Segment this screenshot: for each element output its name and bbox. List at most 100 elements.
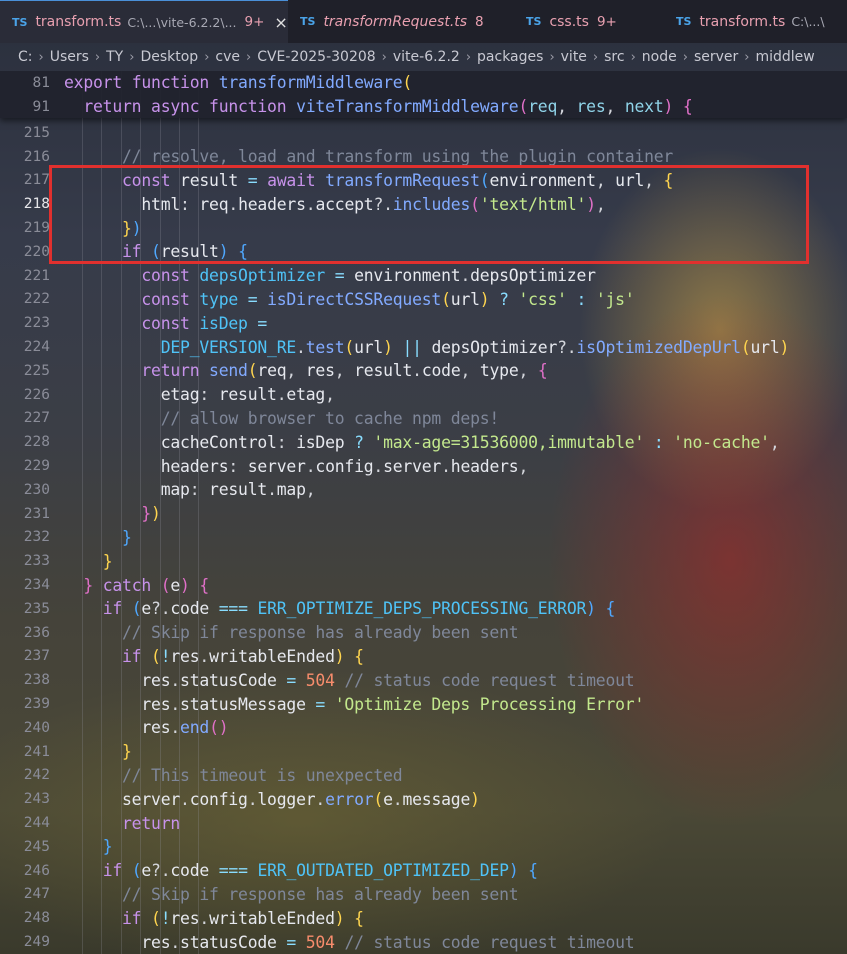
chevron-right-icon: › (744, 49, 750, 65)
code-line[interactable]: 222 const type = isDirectCSSRequest(url)… (0, 288, 847, 312)
sticky-line[interactable]: 91 return async function viteTransformMi… (0, 95, 847, 119)
code-text: return async function viteTransformMiddl… (83, 97, 693, 117)
tab-css-ts[interactable]: TS css.ts 9+ (514, 0, 664, 43)
chevron-right-icon: › (381, 49, 387, 65)
breadcrumb-item[interactable]: Users (50, 49, 89, 65)
breadcrumb-item[interactable]: CVE-2025-30208 (257, 49, 375, 65)
code-text: res.statusCode = 504 // status code requ… (141, 670, 635, 690)
breadcrumb-item[interactable]: middlew (755, 49, 814, 65)
code-text: res.statusMessage = 'Optimize Deps Proce… (141, 694, 645, 714)
breadcrumb-item[interactable]: node (642, 49, 677, 65)
breadcrumb-item[interactable]: vite-6.2.2 (393, 49, 460, 65)
code-line[interactable]: 223 const isDep = (0, 311, 847, 335)
chevron-right-icon: › (465, 49, 472, 65)
tab-transformrequest-ts[interactable]: TS transformRequest.ts 8 (288, 0, 514, 43)
breadcrumb-item[interactable]: cve (215, 49, 240, 65)
line-number: 230 (23, 481, 50, 498)
code-line[interactable]: 240 res.end() (0, 716, 847, 740)
code-line[interactable]: 249 res.statusCode = 504 // status code … (0, 930, 847, 954)
code-line[interactable]: 228 cacheControl: isDep ? 'max-age=31536… (0, 430, 847, 454)
code-text: } (102, 837, 113, 857)
line-number: 216 (23, 148, 50, 165)
line-number: 237 (23, 648, 50, 665)
code-text: // Skip if response has already been sen… (122, 623, 519, 643)
line-number: 224 (23, 339, 50, 356)
code-line[interactable]: 232 } (0, 526, 847, 550)
code-line[interactable]: 230 map: result.map, (0, 478, 847, 502)
code-text: headers: server.config.server.headers, (160, 456, 529, 476)
code-line[interactable]: 241 } (0, 740, 847, 764)
code-editor[interactable]: 215 216 // resolve, load and transform us… (0, 71, 847, 954)
breadcrumb-item[interactable]: packages (477, 49, 543, 65)
code-line[interactable]: 227 // allow browser to cache npm deps! (0, 407, 847, 431)
code-text: } (122, 527, 132, 547)
problem-count-badge: 8 (475, 13, 484, 30)
breadcrumb-item[interactable]: C: (18, 49, 33, 65)
code-text: const type = isDirectCSSRequest(url) ? '… (141, 289, 635, 309)
tab-transform-ts[interactable]: TS transform.ts C:\...\ (664, 0, 847, 43)
breadcrumb-item[interactable]: vite (561, 49, 587, 65)
editor-window: TS transform.ts C:\...\vite-6.2.2\... 9+ × TS… (0, 0, 847, 954)
sticky-line[interactable]: 81 export function transformMiddleware( (0, 71, 847, 95)
breadcrumb-item[interactable]: server (694, 49, 738, 65)
line-number: 233 (23, 553, 50, 570)
code-line[interactable]: 221 const depsOptimizer = environment.de… (0, 264, 847, 288)
code-line[interactable]: 239 res.statusMessage = 'Optimize Deps P… (0, 692, 847, 716)
line-number: 221 (23, 267, 50, 284)
code-line[interactable]: 234 } catch (e) { (0, 573, 847, 597)
line-number: 227 (23, 410, 50, 427)
chevron-right-icon: › (630, 49, 636, 65)
line-number: 220 (23, 243, 50, 260)
breadcrumb-item[interactable]: TY (106, 49, 123, 65)
code-line[interactable]: 238 res.statusCode = 504 // status code … (0, 668, 847, 692)
code-text: map: result.map, (160, 480, 316, 500)
code-line[interactable]: 236 // Skip if response has already been… (0, 621, 847, 645)
typescript-icon: TS (12, 15, 28, 29)
code-text: }) (141, 504, 161, 524)
code-line[interactable]: 245 } (0, 835, 847, 859)
line-number: 218 (23, 196, 50, 213)
code-text: cacheControl: isDep ? 'max-age=31536000,… (160, 432, 780, 452)
code-line[interactable]: 226 etag: result.etag, (0, 383, 847, 407)
code-text: } catch (e) { (83, 575, 210, 595)
code-line[interactable]: 243 server.config.logger.error(e.message… (0, 787, 847, 811)
breadcrumb-item[interactable]: src (604, 49, 624, 65)
code-line[interactable]: 224 DEP_VERSION_RE.test(url) || depsOpti… (0, 335, 847, 359)
code-line[interactable]: 247 // Skip if response has already been… (0, 883, 847, 907)
code-text: if (e?.code === ERR_OUTDATED_OPTIMIZED_D… (102, 861, 538, 881)
code-line[interactable]: 231 }) (0, 502, 847, 526)
tab-path: C:\...\ (791, 14, 825, 29)
line-number: 226 (23, 386, 50, 403)
code-text: // resolve, load and transform using the… (122, 147, 674, 167)
code-line[interactable]: 225 return send(req, res, result.code, t… (0, 359, 847, 383)
breadcrumb-item[interactable]: Desktop (140, 49, 198, 65)
close-icon[interactable]: × (274, 13, 287, 32)
line-number: 246 (23, 862, 50, 879)
code-line[interactable]: 246 if (e?.code === ERR_OUTDATED_OPTIMIZ… (0, 859, 847, 883)
code-text: if (!res.writableEnded) { (122, 646, 364, 666)
code-line[interactable]: 244 return (0, 811, 847, 835)
line-number: 91 (32, 98, 50, 115)
sticky-scroll-header[interactable]: 81 export function transformMiddleware(91… (0, 71, 847, 118)
line-number: 240 (23, 719, 50, 736)
code-text: // This timeout is unexpected (122, 765, 403, 785)
code-line[interactable]: 248 if (!res.writableEnded) { (0, 906, 847, 930)
typescript-icon: TS (526, 15, 542, 28)
code-line[interactable]: 229 headers: server.config.server.header… (0, 454, 847, 478)
tab-transform-ts[interactable]: TS transform.ts C:\...\vite-6.2.2\... 9+ × (0, 0, 288, 43)
tab-bar: TS transform.ts C:\...\vite-6.2.2\... 9+ × TS… (0, 0, 847, 43)
code-line[interactable]: 237 if (!res.writableEnded) { (0, 645, 847, 669)
code-line[interactable]: 215 (0, 121, 847, 145)
code-text: } (102, 551, 113, 571)
code-text: if (!res.writableEnded) { (122, 908, 364, 928)
highlight-annotation-box (49, 165, 809, 264)
code-line[interactable]: 235 if (e?.code === ERR_OPTIMIZE_DEPS_PR… (0, 597, 847, 621)
chevron-right-icon: › (94, 49, 101, 65)
line-number: 231 (23, 505, 50, 522)
code-line[interactable]: 242 // This timeout is unexpected (0, 764, 847, 788)
line-number: 217 (23, 172, 50, 189)
typescript-icon: TS (300, 15, 316, 28)
code-line[interactable]: 233 } (0, 549, 847, 573)
code-text: DEP_VERSION_RE.test(url) || depsOptimize… (160, 337, 790, 357)
breadcrumb: C: › Users › TY › Desktop › cve › CVE-2025-30208 › v… (0, 43, 847, 71)
